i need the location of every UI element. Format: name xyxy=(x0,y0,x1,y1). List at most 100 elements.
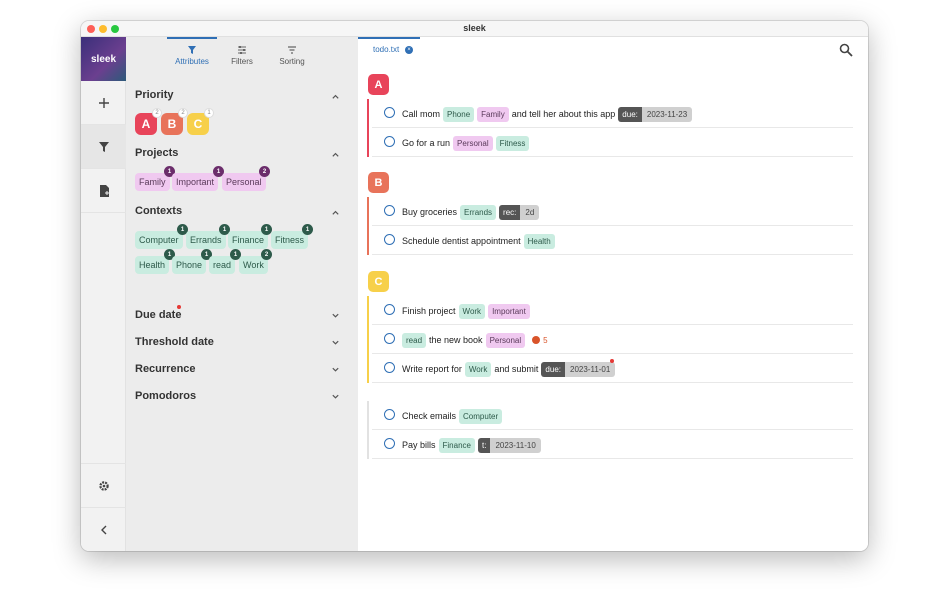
file-icon xyxy=(99,184,109,197)
tab-sorting-label: Sorting xyxy=(279,57,305,66)
todo-row[interactable]: Pay bills Finance t: 2023-11-10 xyxy=(372,430,853,459)
t-key: t: xyxy=(477,437,491,453)
window-title: sleek xyxy=(463,23,486,33)
context-chip-fitness[interactable]: Fitness xyxy=(271,231,309,249)
plus-icon xyxy=(98,97,109,108)
group-b-bar xyxy=(367,197,369,255)
project-chip-family[interactable]: Family xyxy=(135,173,170,191)
rec-key: rec: xyxy=(499,204,521,220)
context-tag[interactable]: Fitness xyxy=(495,135,530,151)
context-tag[interactable]: Computer xyxy=(459,408,503,424)
context-tag[interactable]: Finance xyxy=(438,437,475,453)
chevron-up-icon[interactable] xyxy=(331,150,340,159)
notification-dot xyxy=(177,305,181,309)
context-chip-phone[interactable]: Phone xyxy=(172,256,207,274)
tab-sorting[interactable]: Sorting xyxy=(267,37,317,73)
context-chip-errands[interactable]: Errands xyxy=(186,231,226,249)
context-tag[interactable]: Errands xyxy=(460,204,497,220)
due-date-tag[interactable]: due: 2023-11-23 xyxy=(618,106,693,122)
complete-checkbox[interactable] xyxy=(384,136,395,147)
chevron-up-icon[interactable] xyxy=(331,92,340,101)
sliders-icon xyxy=(238,46,246,54)
due-date-tag[interactable]: due: 2023-11-01 xyxy=(541,361,616,377)
file-button[interactable] xyxy=(81,169,126,213)
due-key: due: xyxy=(541,361,565,377)
complete-checkbox[interactable] xyxy=(384,205,395,216)
todo-text: Schedule dentist appointment xyxy=(402,236,521,246)
chevron-down-icon[interactable] xyxy=(331,338,340,347)
group-a-bar xyxy=(367,99,369,157)
sidebar-tabs: Attributes Filters Sorting xyxy=(126,37,358,73)
todo-row[interactable]: Buy groceries Errands rec: 2d xyxy=(372,197,853,226)
todo-row[interactable]: Schedule dentist appointment Health xyxy=(372,226,853,255)
chevron-down-icon[interactable] xyxy=(331,392,340,401)
group-none-bar xyxy=(367,401,369,459)
gear-icon xyxy=(98,480,109,491)
project-tag[interactable]: Important xyxy=(488,303,530,319)
todo-list-area: todo.txt × A Call mom Phone Family and t… xyxy=(358,37,868,551)
project-tag[interactable]: Personal xyxy=(485,332,526,348)
collapse-sidebar-button[interactable] xyxy=(81,507,126,551)
attributes-sidebar: Attributes Filters Sorting Priority A 2 … xyxy=(126,37,358,551)
group-c-bar xyxy=(367,296,369,383)
project-tag[interactable]: Personal xyxy=(453,135,493,151)
chevron-left-icon xyxy=(100,525,106,534)
todo-row[interactable]: Go for a run Personal Fitness xyxy=(372,128,853,157)
complete-checkbox[interactable] xyxy=(384,234,395,245)
todo-row[interactable]: Call mom Phone Family and tell her about… xyxy=(372,99,853,128)
todo-row[interactable]: Check emails Computer xyxy=(372,401,853,430)
todo-text: Write report for xyxy=(402,364,462,374)
complete-checkbox[interactable] xyxy=(384,409,395,420)
threshold-date-heading[interactable]: Threshold date xyxy=(135,336,214,348)
recurrence-heading[interactable]: Recurrence xyxy=(135,363,196,375)
context-chip-computer[interactable]: Computer xyxy=(135,231,183,249)
pomodoro-count: 5 xyxy=(543,335,548,345)
toggle-filters-button[interactable] xyxy=(81,125,126,169)
threshold-tag[interactable]: t: 2023-11-10 xyxy=(477,437,541,453)
priority-heading: Priority xyxy=(135,89,174,101)
project-chip-important[interactable]: Important xyxy=(172,173,219,191)
nav-rail: sleek xyxy=(81,37,126,551)
file-tab[interactable]: todo.txt × xyxy=(358,37,420,61)
todo-row[interactable]: Write report for Work and submit due: 202… xyxy=(372,354,853,383)
context-count-fitness: 1 xyxy=(302,224,313,235)
context-tag[interactable]: Work xyxy=(464,361,492,377)
pomodoros-heading[interactable]: Pomodoros xyxy=(135,390,196,402)
overdue-dot xyxy=(610,359,614,363)
complete-checkbox[interactable] xyxy=(384,438,395,449)
search-icon[interactable] xyxy=(839,43,853,57)
chevron-down-icon[interactable] xyxy=(331,311,340,320)
priority-c-count: 1 xyxy=(204,108,214,118)
tab-filters[interactable]: Filters xyxy=(217,37,267,73)
tab-attributes[interactable]: Attributes xyxy=(167,37,217,73)
settings-button[interactable] xyxy=(81,463,126,507)
complete-checkbox[interactable] xyxy=(384,107,395,118)
group-c-badge: C xyxy=(368,271,389,292)
context-tag[interactable]: read xyxy=(402,332,427,348)
due-date-heading[interactable]: Due date xyxy=(135,309,181,321)
todo-text: Pay bills xyxy=(402,440,436,450)
close-tab-icon[interactable]: × xyxy=(405,46,413,54)
add-todo-button[interactable] xyxy=(81,81,126,125)
chevron-up-icon[interactable] xyxy=(331,208,340,217)
complete-checkbox[interactable] xyxy=(384,333,395,344)
app-window: sleek sleek Attributes Filters Sorting P… xyxy=(81,21,868,551)
due-value: 2023-11-01 xyxy=(565,361,616,377)
todo-row[interactable]: read the new book Personal 5 xyxy=(372,325,853,354)
tab-attributes-label: Attributes xyxy=(175,57,209,66)
context-chip-health[interactable]: Health xyxy=(135,256,170,274)
group-b-badge: B xyxy=(368,172,389,193)
chevron-down-icon[interactable] xyxy=(331,365,340,374)
project-chip-personal[interactable]: Personal xyxy=(222,173,266,191)
context-tag[interactable]: Health xyxy=(523,233,555,249)
todo-row[interactable]: Finish project Work Important xyxy=(372,296,853,325)
recurrence-tag[interactable]: rec: 2d xyxy=(499,204,540,220)
context-count-work: 2 xyxy=(261,249,272,260)
context-tag[interactable]: Phone xyxy=(443,106,475,122)
complete-checkbox[interactable] xyxy=(384,304,395,315)
context-tag[interactable]: Work xyxy=(458,303,486,319)
complete-checkbox[interactable] xyxy=(384,362,395,373)
project-tag[interactable]: Family xyxy=(477,106,509,122)
tomato-icon xyxy=(532,336,541,344)
title-bar: sleek xyxy=(81,21,868,37)
